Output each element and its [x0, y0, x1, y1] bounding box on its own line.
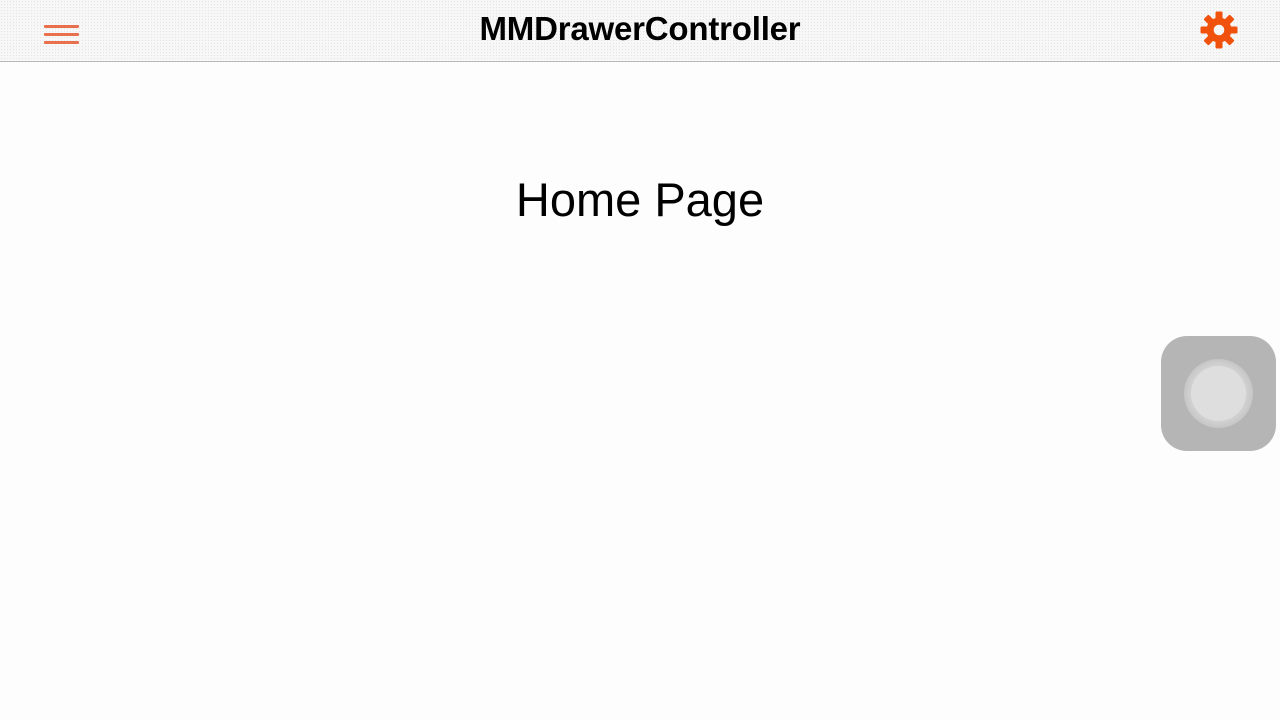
page-title: Home Page: [515, 173, 765, 226]
gear-icon: [1200, 11, 1238, 49]
menu-button[interactable]: [36, 10, 86, 50]
main-content: Home Page: [0, 62, 1280, 720]
navigation-title: MMDrawerController: [479, 10, 801, 47]
settings-button[interactable]: [1194, 4, 1244, 54]
hamburger-menu-icon: [44, 18, 79, 44]
assistive-touch-button[interactable]: [1161, 336, 1276, 451]
assistive-touch-inner-circle: [1191, 366, 1246, 421]
app-window: MMDrawerController Home Page: [0, 0, 1280, 720]
navigation-bar: MMDrawerController: [0, 0, 1280, 62]
